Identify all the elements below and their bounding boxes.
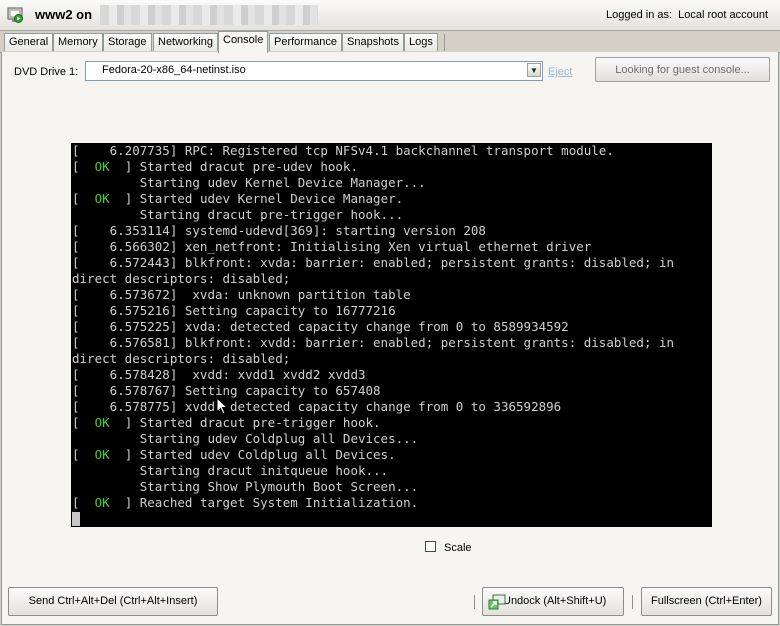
console-panel: DVD Drive 1: Fedora-20-x86_64-netinst.is… [1, 52, 779, 625]
console-line: [ 6.207735] RPC: Registered tcp NFSv4.1 … [72, 143, 614, 158]
dvd-selected-iso: Fedora-20-x86_64-netinst.iso [102, 64, 246, 76]
tab-storage[interactable]: Storage [103, 33, 152, 51]
console-line: [ 6.566302] xen_netfront: Initialising X… [72, 239, 592, 254]
tab-performance[interactable]: Performance [269, 33, 342, 51]
console-line: Starting udev Coldplug all Devices... [72, 431, 419, 446]
tab-snapshots[interactable]: Snapshots [342, 33, 404, 51]
dropdown-arrow-icon[interactable]: ▼ [527, 63, 541, 77]
undock-button[interactable]: Undock (Alt+Shift+U) [482, 587, 624, 616]
vm-name: www2 on [35, 7, 93, 22]
separator [632, 595, 633, 609]
scale-checkbox[interactable] [425, 541, 436, 552]
tab-bar-end [444, 34, 445, 51]
console-line: [ 6.573672] xvda: unknown partition tabl… [72, 287, 411, 302]
console-output: [ 6.207735] RPC: Registered tcp NFSv4.1 … [71, 143, 712, 511]
logged-in-label: Logged in as: [606, 9, 673, 21]
console-line: [ OK ] Started udev Coldplug all Devices… [72, 447, 396, 462]
console-line: [ 6.576581] blkfront: xvdd: barrier: ena… [72, 335, 675, 350]
window-header: www2 on Logged in as: Local root account [0, 0, 780, 31]
vm-running-icon [7, 7, 23, 23]
tab-logs[interactable]: Logs [404, 33, 438, 51]
looking-for-guest-console-button[interactable]: Looking for guest console... [595, 57, 770, 82]
send-ctrl-alt-del-button[interactable]: Send Ctrl+Alt+Del (Ctrl+Alt+Insert) [8, 587, 218, 616]
console-line: [ 6.578767] Setting capacity to 657408 [72, 383, 381, 398]
console-line: [ 6.578775] xvdd: detected capacity chan… [72, 399, 562, 414]
console-line: [ OK ] Reached target System Initializat… [72, 495, 419, 510]
ok-status-tag: OK [94, 495, 110, 510]
console-line: direct descriptors: disabled; [72, 271, 291, 286]
dvd-drive-select[interactable]: Fedora-20-x86_64-netinst.iso ▼ [85, 61, 543, 81]
console-line: Starting dracut pre-trigger hook... [72, 207, 404, 222]
console-line: [ OK ] Started udev Kernel Device Manage… [72, 191, 404, 206]
text-cursor [72, 512, 80, 526]
console-line: [ OK ] Started dracut pre-trigger hook. [72, 415, 381, 430]
scale-label: Scale [444, 542, 472, 554]
console-line: Starting udev Kernel Device Manager... [72, 175, 426, 190]
ok-status-tag: OK [94, 191, 110, 206]
separator [474, 595, 475, 609]
logged-in-user: Local root account [678, 9, 768, 21]
console-line: direct descriptors: disabled; [72, 351, 291, 366]
ok-status-tag: OK [94, 415, 110, 430]
tab-general[interactable]: General [4, 33, 54, 51]
tab-bar: General Memory Storage Networking Consol… [0, 31, 780, 53]
ok-status-tag: OK [94, 447, 110, 462]
console-line: [ 6.575216] Setting capacity to 16777216 [72, 303, 396, 318]
console-line: Starting dracut initqueue hook... [72, 463, 389, 478]
dvd-drive-label: DVD Drive 1: [14, 66, 79, 78]
tab-networking[interactable]: Networking [153, 33, 219, 51]
ok-status-tag: OK [94, 159, 110, 174]
tab-memory[interactable]: Memory [53, 33, 103, 51]
tab-console[interactable]: Console [218, 31, 269, 53]
mouse-pointer-icon [216, 397, 228, 415]
redacted-host-name [100, 5, 318, 25]
console-line: [ 6.353114] systemd-udevd[369]: starting… [72, 223, 486, 238]
eject-link[interactable]: Eject [548, 66, 572, 78]
console-line: [ 6.575225] xvda: detected capacity chan… [72, 319, 569, 334]
console-line: [ 6.578428] xvdd: xvdd1 xvdd2 xvdd3 [72, 367, 366, 382]
login-status: Logged in as: Local root account [606, 9, 768, 21]
vm-console-screen[interactable]: [ 6.207735] RPC: Registered tcp NFSv4.1 … [71, 143, 712, 527]
fullscreen-button[interactable]: Fullscreen (Ctrl+Enter) [641, 587, 772, 616]
undock-icon [488, 594, 506, 610]
undock-label: Undock (Alt+Shift+U) [503, 595, 607, 607]
console-line: [ 6.572443] blkfront: xvda: barrier: ena… [72, 255, 675, 270]
console-line: Starting Show Plymouth Boot Screen... [72, 479, 419, 494]
console-line: [ OK ] Started dracut pre-udev hook. [72, 159, 358, 174]
